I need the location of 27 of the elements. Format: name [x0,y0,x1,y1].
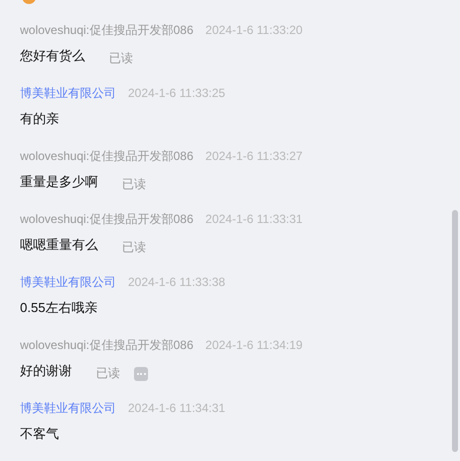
message-time: 2024-1-6 11:34:31 [128,400,226,417]
sender-name: 博美鞋业有限公司 [20,400,116,417]
message-text: 重量是多少啊 [20,173,98,192]
message-time: 2024-1-6 11:34:19 [205,337,303,354]
message-text: 0.55左右哦亲 [20,299,98,318]
sender-name: 博美鞋业有限公司 [20,274,116,291]
message-time: 2024-1-6 11:33:20 [205,22,303,39]
message-text: 有的亲 [20,110,59,128]
read-status: 已读 [109,50,133,67]
sender-name: woloveshuqi:促佳搜品开发部086 [20,22,194,39]
message-time: 2024-1-6 11:33:38 [128,274,226,291]
read-status: 已读 [122,176,146,193]
sender-name: woloveshuqi:促佳搜品开发部086 [20,148,194,165]
message-time: 2024-1-6 11:33:31 [205,211,303,228]
message-text: 您好有货么 [20,47,85,66]
message-text: 好的谢谢 [20,362,72,380]
read-status: 已读 [122,239,146,256]
sender-name: 博美鞋业有限公司 [20,85,116,102]
sender-name: woloveshuqi:促佳搜品开发部086 [20,337,194,354]
more-button[interactable] [134,367,148,381]
sender-name: woloveshuqi:促佳搜品开发部086 [20,211,194,228]
message-text: 不客气 [20,425,59,444]
message-time: 2024-1-6 11:33:25 [128,85,226,102]
scrollbar-thumb[interactable] [452,210,458,452]
message-time: 2024-1-6 11:33:27 [205,148,303,165]
read-status: 已读 [96,365,120,382]
message-text: 嗯嗯重量有么 [20,236,98,254]
